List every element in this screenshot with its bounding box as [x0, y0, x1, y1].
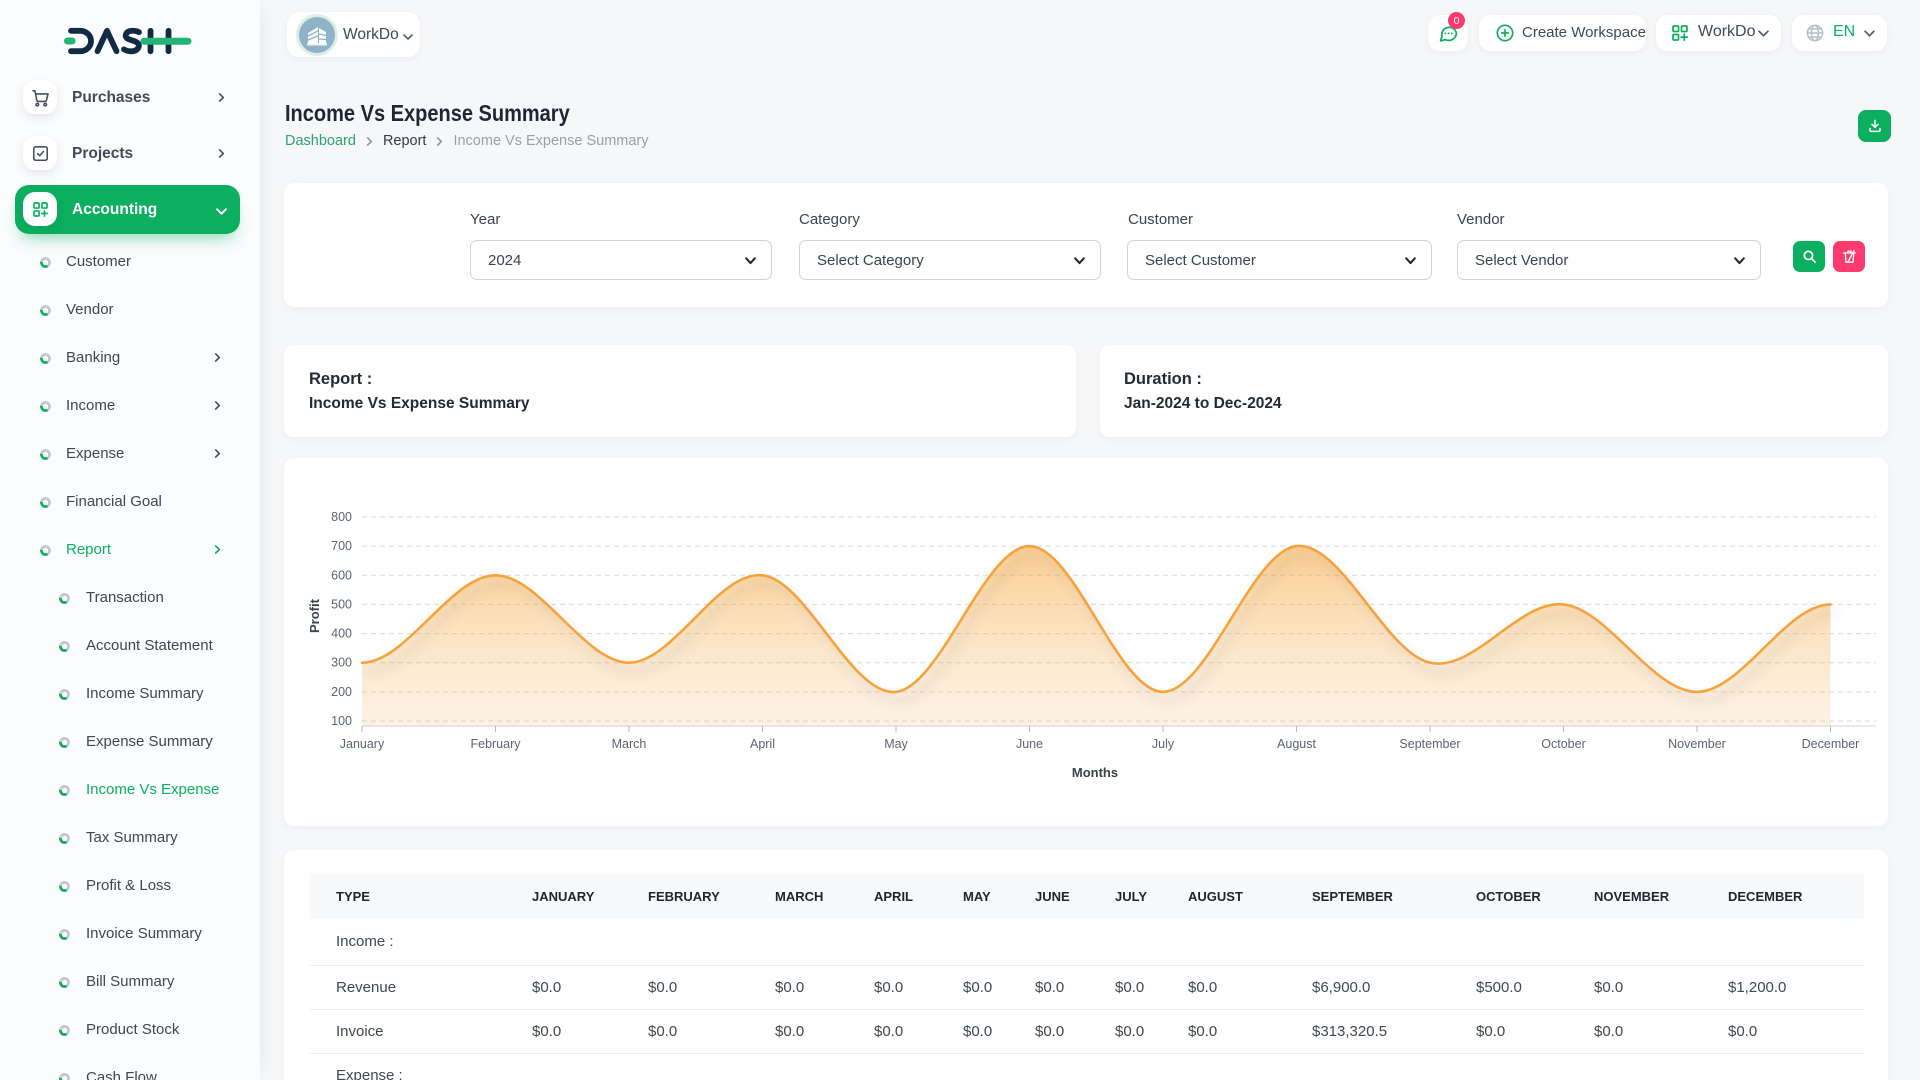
svg-text:July: July [1152, 737, 1175, 751]
svg-text:Profit: Profit [307, 598, 322, 633]
svg-text:December: December [1802, 737, 1860, 751]
svg-text:700: 700 [331, 539, 352, 553]
svg-text:800: 800 [331, 510, 352, 524]
svg-text:August: August [1277, 737, 1316, 751]
svg-text:400: 400 [331, 627, 352, 641]
svg-text:November: November [1668, 737, 1726, 751]
svg-text:May: May [884, 737, 908, 751]
svg-text:200: 200 [331, 685, 352, 699]
svg-text:100: 100 [331, 714, 352, 728]
svg-text:October: October [1541, 737, 1585, 751]
svg-text:March: March [612, 737, 647, 751]
svg-text:April: April [750, 737, 775, 751]
svg-text:500: 500 [331, 597, 352, 611]
svg-text:February: February [470, 737, 521, 751]
svg-text:September: September [1399, 737, 1460, 751]
svg-text:Months: Months [1072, 765, 1118, 780]
svg-text:300: 300 [331, 656, 352, 670]
svg-text:January: January [340, 737, 385, 751]
svg-text:June: June [1016, 737, 1043, 751]
svg-text:600: 600 [331, 568, 352, 582]
